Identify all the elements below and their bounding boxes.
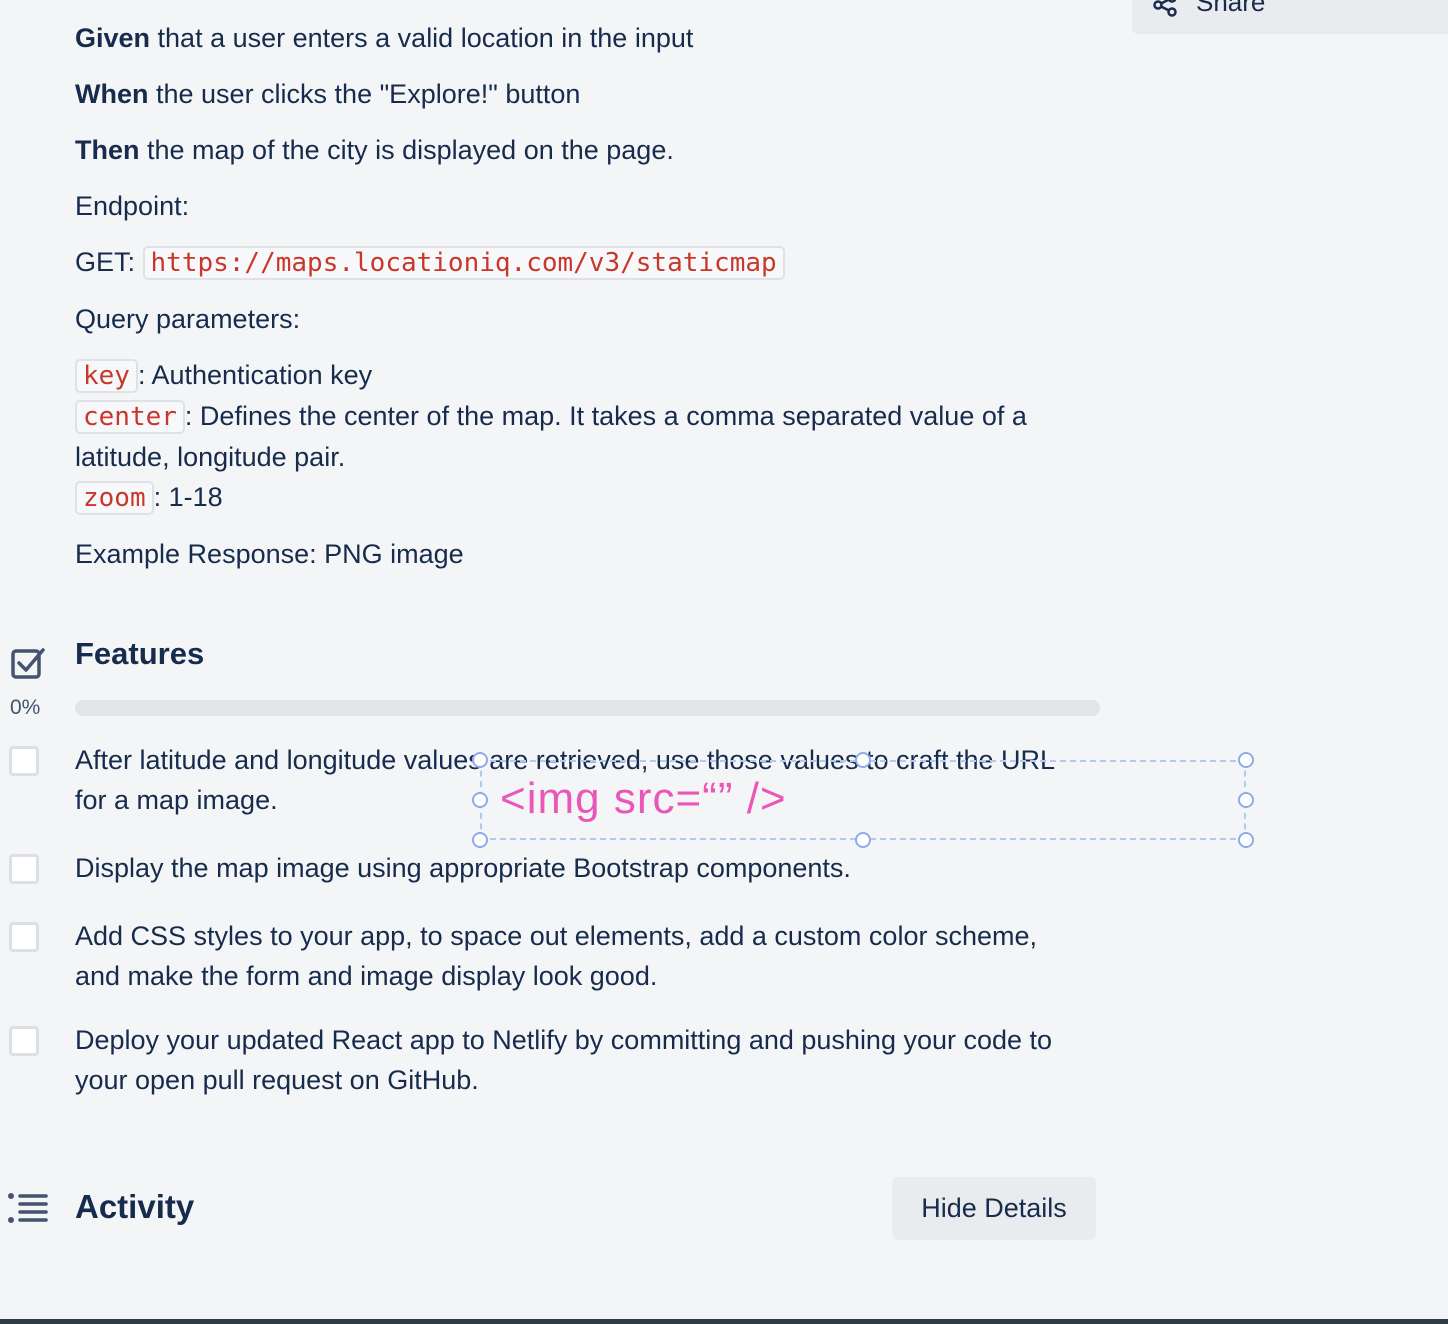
endpoint-url: https://maps.locationiq.com/v3/staticmap (142, 246, 785, 280)
progress-bar (75, 700, 1100, 716)
resize-handle[interactable] (472, 752, 488, 768)
param-name: key (75, 359, 138, 393)
param-name: center (75, 400, 185, 434)
then-keyword: Then (75, 135, 140, 165)
param-desc: : Authentication key (137, 360, 373, 390)
checklist-item-text[interactable]: Deploy your updated React app to Netlify… (75, 1020, 1075, 1100)
checklist-item-text[interactable]: Display the map image using appropriate … (75, 848, 1075, 888)
param-key: key: Authentication key (75, 355, 1105, 396)
features-title: Features (75, 636, 205, 671)
when-keyword: When (75, 79, 149, 109)
share-label: Share (1196, 0, 1266, 17)
param-desc: : 1-18 (153, 482, 223, 512)
progress-percent: 0% (10, 696, 41, 719)
card-description: Given that a user enters a valid locatio… (75, 18, 1105, 590)
then-line: Then the map of the city is displayed on… (75, 130, 1105, 170)
checkbox[interactable] (9, 746, 39, 776)
param-name: zoom (75, 481, 154, 515)
checklist-item-text[interactable]: Add CSS styles to your app, to space out… (75, 916, 1075, 996)
activity-list-icon (8, 1193, 48, 1223)
activity-title: Activity (75, 1188, 195, 1225)
param-zoom: zoom: 1-18 (75, 477, 1105, 518)
resize-handle[interactable] (1238, 832, 1254, 848)
given-line: Given that a user enters a valid locatio… (75, 18, 1105, 58)
share-icon (1153, 0, 1177, 17)
resize-handle[interactable] (855, 752, 871, 768)
checkbox[interactable] (9, 1026, 39, 1056)
get-line: GET: https://maps.locationiq.com/v3/stat… (75, 242, 1105, 283)
resize-handle[interactable] (472, 792, 488, 808)
bottom-edge (0, 1319, 1448, 1324)
when-text: the user clicks the "Explore!" button (148, 79, 581, 109)
then-text: the map of the city is displayed on the … (139, 135, 674, 165)
resize-handle[interactable] (1238, 752, 1254, 768)
resize-handle[interactable] (1238, 792, 1254, 808)
checkbox[interactable] (9, 922, 39, 952)
checklist-icon (11, 648, 45, 679)
share-button[interactable]: Share (1132, 0, 1448, 34)
param-center: center: Defines the center of the map. I… (75, 396, 1105, 477)
param-desc: : Defines the center of the map. It take… (75, 401, 1027, 472)
checkbox[interactable] (9, 854, 39, 884)
query-label: Query parameters: (75, 304, 301, 334)
example-response: Example Response: PNG image (75, 539, 464, 569)
endpoint-label: Endpoint: (75, 191, 190, 221)
resize-handle[interactable] (472, 832, 488, 848)
overlay-code-text[interactable]: <img src=“” /> (500, 774, 787, 824)
get-label: GET: (75, 247, 143, 277)
given-text: that a user enters a valid location in t… (150, 23, 694, 53)
resize-handle[interactable] (855, 832, 871, 848)
hide-details-button[interactable]: Hide Details (892, 1177, 1096, 1240)
given-keyword: Given (75, 23, 151, 53)
when-line: When the user clicks the "Explore!" butt… (75, 74, 1105, 114)
